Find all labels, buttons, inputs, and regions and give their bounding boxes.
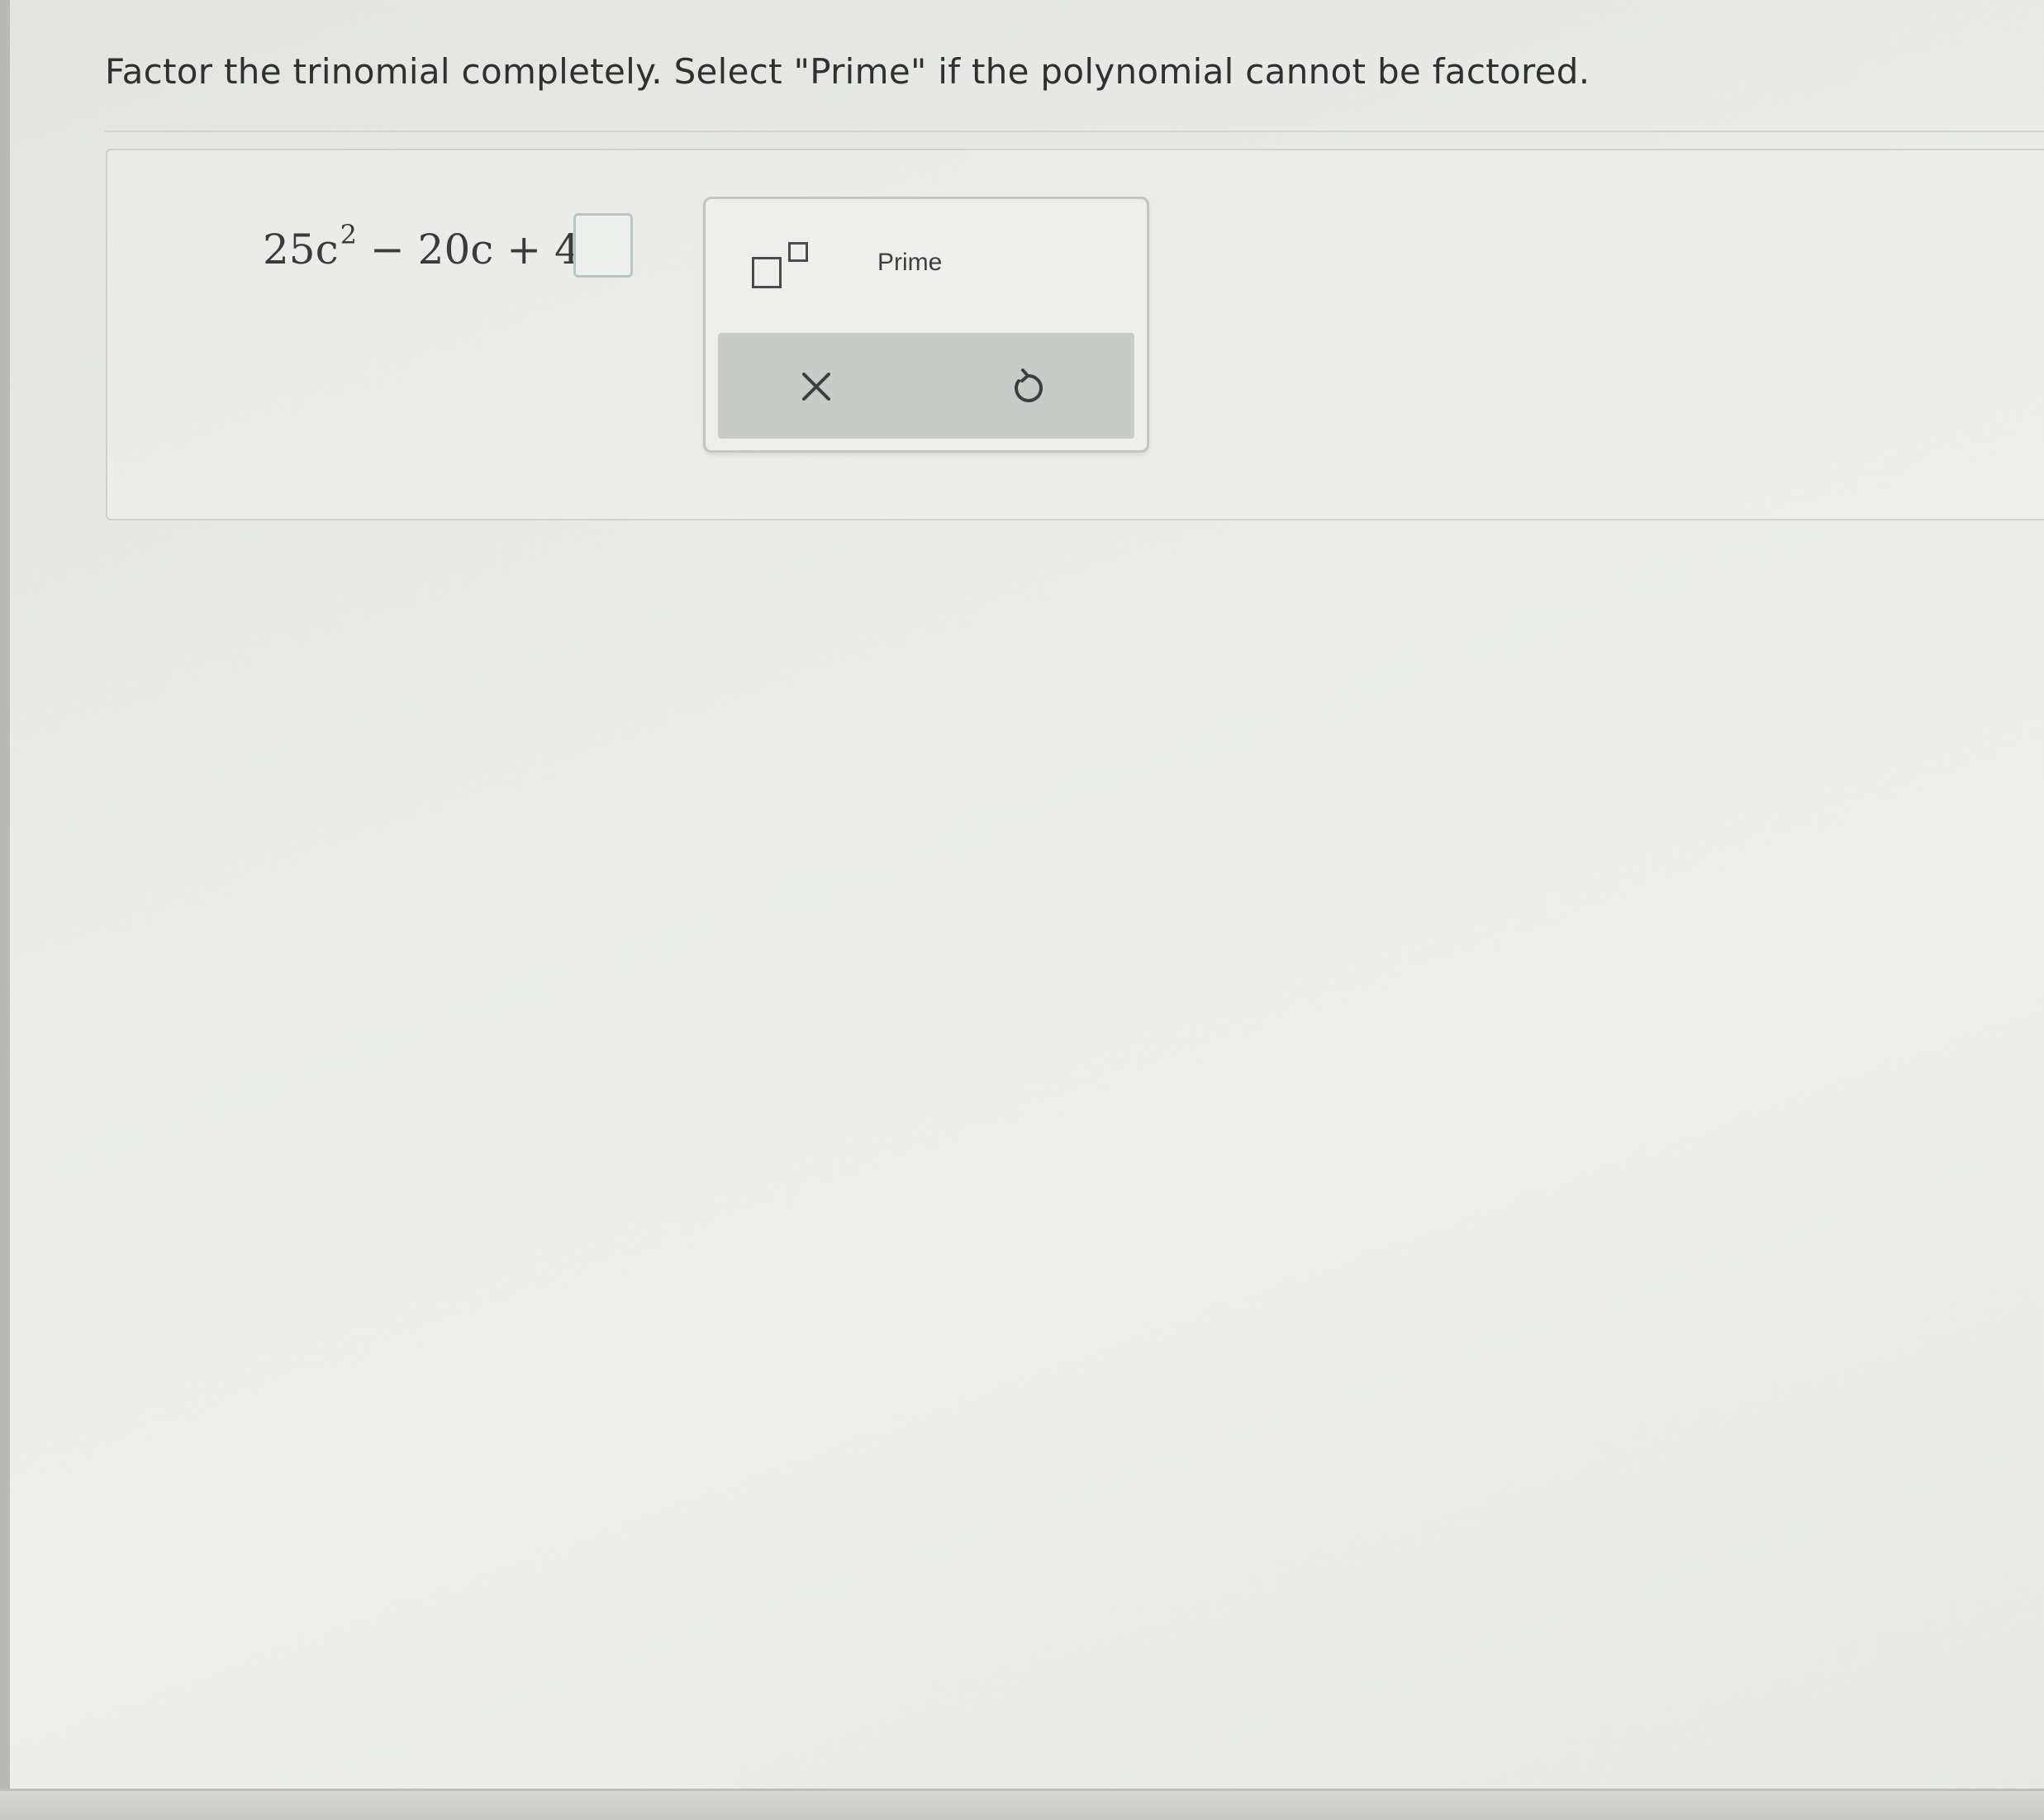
prime-button[interactable]: Prime	[877, 249, 942, 277]
answer-input[interactable]	[573, 213, 633, 278]
equation-exponent: 2	[340, 219, 357, 250]
exponent-base-box	[752, 257, 782, 288]
equation-lead-term: 25c	[263, 226, 339, 273]
question-instructions: Factor the trinomial completely. Select …	[105, 51, 1590, 92]
math-palette: Prime	[703, 197, 1149, 453]
close-x-icon	[802, 373, 830, 401]
clear-button[interactable]	[796, 366, 837, 407]
exponent-power-box	[788, 242, 808, 262]
bottom-screen-edge	[0, 1789, 2044, 1820]
header-divider	[105, 131, 2044, 132]
undo-arrow-icon	[1015, 368, 1043, 402]
undo-button[interactable]	[1007, 366, 1048, 407]
exponent-button[interactable]	[745, 230, 820, 297]
left-screen-edge	[0, 0, 10, 1818]
palette-action-bar	[718, 333, 1134, 439]
